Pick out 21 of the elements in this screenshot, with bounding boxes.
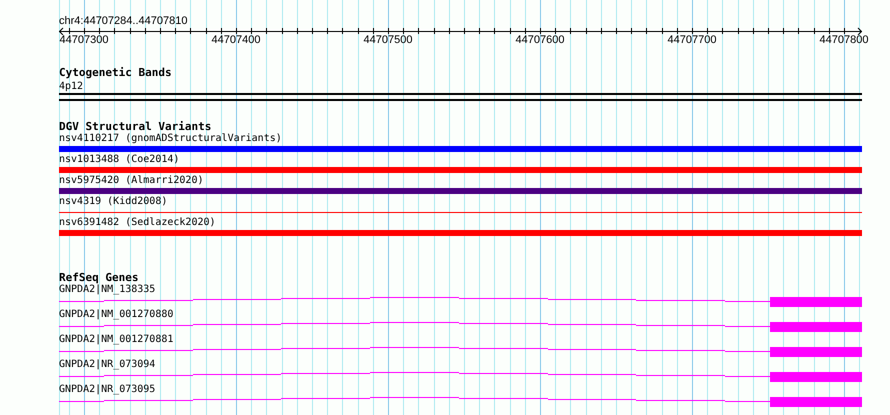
gene-label: GNPDA2|NR_073095 <box>59 384 156 396</box>
location-label: chr4:44707284..44707810 <box>59 14 188 27</box>
track-title: DGV Structural Variants <box>59 121 212 133</box>
ruler-label: 44707800 <box>820 34 868 46</box>
track-title: RefSeq Genes <box>59 272 140 284</box>
ruler-label: 44707500 <box>364 34 412 46</box>
track-title: Cytogenetic Bands <box>59 67 173 79</box>
gene-label: GNPDA2|NM_001270881 <box>59 334 174 346</box>
gene-label: GNPDA2|NM_138335 <box>59 284 156 296</box>
ruler-label: 44707700 <box>668 34 716 46</box>
gene-label: GNPDA2|NM_001270880 <box>59 309 174 321</box>
ruler-label: 44707600 <box>516 34 564 46</box>
variant-label: nsv5975420 (Almarri2020) <box>59 175 204 187</box>
variant-label: nsv6391482 (Sedlazeck2020) <box>59 217 217 229</box>
ruler-label: 44707400 <box>212 34 260 46</box>
ruler-label: 44707300 <box>60 34 108 46</box>
variant-label: nsv1013488 (Coe2014) <box>59 154 180 166</box>
band-label: 4p12 <box>59 81 84 93</box>
variant-label: nsv4110217 (gnomADStructuralVariants) <box>59 133 283 145</box>
gene-label: GNPDA2|NR_073094 <box>59 359 156 371</box>
variant-label: nsv4319 (Kidd2008) <box>59 196 168 208</box>
